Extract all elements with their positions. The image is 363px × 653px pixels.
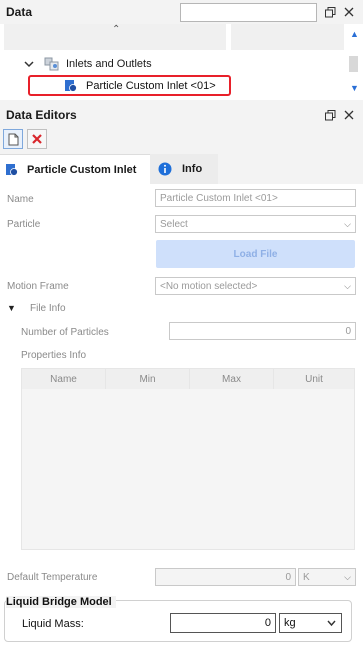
editors-panel-title: Data Editors bbox=[6, 108, 77, 122]
properties-info-label: Properties Info bbox=[21, 350, 87, 361]
particle-select[interactable]: Select ⌵ bbox=[155, 215, 356, 233]
default-temp-unit: K bbox=[303, 571, 310, 583]
table-header-unit[interactable]: Unit bbox=[274, 369, 354, 389]
liquid-mass-unit: kg bbox=[284, 617, 296, 629]
scroll-down-icon[interactable]: ▼ bbox=[350, 83, 359, 93]
delete-x-icon bbox=[32, 134, 42, 144]
tree-item-particle-custom-inlet[interactable]: Particle Custom Inlet <01> bbox=[64, 76, 216, 96]
load-file-button[interactable]: Load File bbox=[156, 240, 355, 268]
default-temp-value: 0 bbox=[285, 571, 291, 583]
close-panel-icon[interactable] bbox=[342, 5, 356, 19]
motion-frame-label: Motion Frame bbox=[7, 281, 69, 292]
chevron-down-icon: ⌵ bbox=[344, 281, 351, 291]
liquid-mass-value: 0 bbox=[264, 617, 271, 629]
delete-button[interactable] bbox=[27, 129, 47, 149]
default-temp-unit-select[interactable]: K ⌵ bbox=[298, 568, 356, 586]
liquid-mass-unit-select[interactable]: kg bbox=[279, 613, 342, 633]
table-header-max[interactable]: Max bbox=[190, 369, 274, 389]
name-field-value: Particle Custom Inlet <01> bbox=[160, 192, 278, 204]
particle-select-value: Select bbox=[160, 218, 188, 230]
inlets-outlets-icon bbox=[44, 57, 59, 71]
default-temp-label: Default Temperature bbox=[7, 572, 98, 583]
tab-particle-custom-inlet[interactable]: Particle Custom Inlet bbox=[0, 154, 150, 184]
liquid-mass-label: Liquid Mass: bbox=[22, 618, 84, 630]
table-header-min[interactable]: Min bbox=[106, 369, 190, 389]
name-label: Name bbox=[7, 194, 34, 205]
chevron-down-icon bbox=[327, 620, 336, 627]
tab-label: Particle Custom Inlet bbox=[27, 163, 137, 176]
table-header-name[interactable]: Name bbox=[22, 369, 106, 389]
default-temp-field[interactable]: 0 bbox=[155, 568, 296, 586]
new-document-button[interactable] bbox=[3, 129, 23, 149]
info-icon bbox=[158, 162, 172, 176]
data-panel-title: Data bbox=[6, 5, 33, 19]
liquid-mass-field[interactable]: 0 bbox=[170, 613, 276, 633]
name-field[interactable]: Particle Custom Inlet <01> bbox=[155, 189, 356, 207]
liquid-bridge-title: Liquid Bridge Model bbox=[6, 596, 116, 608]
file-info-label: File Info bbox=[30, 303, 66, 314]
tree-item-inlets-outlets[interactable]: Inlets and Outlets bbox=[24, 54, 152, 74]
collapse-triangle-icon[interactable]: ▼ bbox=[7, 303, 16, 313]
tree-item-label: Particle Custom Inlet <01> bbox=[86, 80, 216, 92]
particle-inlet-icon bbox=[65, 80, 77, 92]
particle-label: Particle bbox=[7, 219, 41, 230]
tree-scrollbar[interactable]: ▲ ▼ bbox=[347, 24, 361, 100]
tree-column-header[interactable]: ⌃ bbox=[4, 24, 226, 50]
tab-info[interactable]: Info bbox=[150, 154, 218, 184]
editors-panel-header: Data Editors bbox=[0, 103, 363, 127]
particle-inlet-icon bbox=[6, 163, 18, 176]
scroll-thumb[interactable] bbox=[349, 56, 358, 72]
scroll-up-icon[interactable]: ▲ bbox=[350, 29, 359, 39]
document-icon bbox=[8, 133, 18, 145]
restore-window-icon[interactable] bbox=[323, 5, 337, 19]
sort-up-icon: ⌃ bbox=[112, 24, 121, 35]
restore-window-icon[interactable] bbox=[323, 108, 337, 122]
load-file-label: Load File bbox=[233, 248, 278, 260]
close-panel-icon[interactable] bbox=[342, 108, 356, 122]
search-input[interactable] bbox=[180, 3, 317, 22]
app-window: Data ⌃ Inlets and Outlets Particle Custo… bbox=[0, 0, 363, 653]
motion-frame-value: <No motion selected> bbox=[160, 280, 258, 292]
data-tree: ⌃ Inlets and Outlets Particle Custom Inl… bbox=[0, 24, 363, 100]
num-particles-value: 0 bbox=[345, 325, 351, 337]
chevron-down-icon: ⌵ bbox=[344, 219, 351, 229]
properties-table: Name Min Max Unit bbox=[21, 368, 355, 550]
tree-column-header-2[interactable] bbox=[231, 24, 344, 50]
tab-label: Info bbox=[182, 163, 203, 175]
chevron-down-icon[interactable] bbox=[24, 59, 34, 69]
num-particles-label: Number of Particles bbox=[21, 327, 109, 338]
num-particles-field[interactable]: 0 bbox=[169, 322, 356, 340]
tree-item-label: Inlets and Outlets bbox=[66, 58, 152, 70]
motion-frame-select[interactable]: <No motion selected> ⌵ bbox=[155, 277, 356, 295]
chevron-down-icon: ⌵ bbox=[344, 572, 351, 582]
